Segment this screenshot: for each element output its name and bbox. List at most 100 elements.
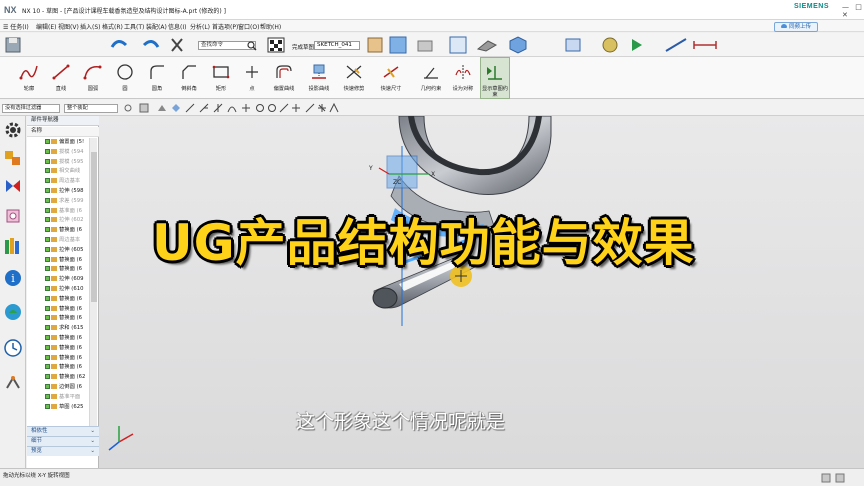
snap-filter-icon[interactable] bbox=[139, 103, 149, 113]
quick-trim-button[interactable]: 快速修剪 bbox=[338, 57, 370, 99]
render-style-icon[interactable] bbox=[476, 40, 498, 52]
visibility-checkbox[interactable] bbox=[45, 403, 50, 409]
ring-body[interactable] bbox=[398, 116, 552, 195]
visibility-checkbox[interactable] bbox=[45, 384, 50, 389]
tree-item[interactable]: 拉伸 (610 bbox=[45, 285, 95, 293]
visibility-checkbox[interactable] bbox=[45, 276, 50, 282]
menu-tasks[interactable]: ☰ 任务(I) bbox=[3, 22, 29, 31]
snap-arc-center-icon[interactable] bbox=[124, 104, 132, 112]
tree-item[interactable]: 求差 (599 bbox=[45, 197, 95, 205]
measure-icon[interactable] bbox=[693, 41, 717, 49]
undo-icon[interactable] bbox=[110, 40, 128, 48]
snap-existing-point-icon[interactable] bbox=[292, 104, 300, 112]
visibility-checkbox[interactable] bbox=[45, 158, 50, 164]
tree-item[interactable]: 求和 (615 bbox=[45, 324, 95, 332]
visibility-checkbox[interactable] bbox=[45, 315, 50, 321]
cube-view-icon[interactable] bbox=[389, 36, 407, 54]
share-upload-button[interactable]: 同频上传 bbox=[774, 22, 818, 32]
tree-item[interactable]: 边倒圆 (6 bbox=[45, 383, 95, 391]
menu-analysis[interactable]: 分析(L) bbox=[190, 22, 210, 31]
status-full-screen-icon[interactable] bbox=[835, 473, 845, 483]
visibility-checkbox[interactable] bbox=[45, 335, 50, 340]
sketch-name-dropdown[interactable]: SKETCH_041 bbox=[314, 41, 360, 50]
name-column-header[interactable]: 名称 bbox=[27, 127, 99, 137]
visibility-checkbox[interactable] bbox=[45, 207, 50, 213]
chamfer-button[interactable]: 倒斜角 bbox=[174, 57, 204, 99]
process-studio-icon[interactable] bbox=[3, 372, 23, 392]
snap-midpoint-icon[interactable] bbox=[199, 103, 209, 113]
navigator-scroll-thumb[interactable] bbox=[91, 152, 97, 302]
visibility-checkbox[interactable] bbox=[45, 246, 50, 252]
visibility-checkbox[interactable] bbox=[45, 197, 50, 203]
point-button[interactable]: 点 bbox=[238, 57, 266, 99]
search-icon[interactable] bbox=[246, 40, 258, 52]
gear-icon[interactable] bbox=[3, 120, 23, 140]
tree-item[interactable]: 替换面 (6 bbox=[45, 354, 95, 362]
fillet-button[interactable]: 圆角 bbox=[142, 57, 172, 99]
snap-diamond-icon[interactable] bbox=[172, 104, 180, 112]
close-button[interactable]: ✕ bbox=[842, 11, 848, 19]
tree-item[interactable]: 周边基本 bbox=[45, 177, 95, 185]
navigator-scrollbar[interactable] bbox=[89, 138, 97, 434]
status-window-icon[interactable] bbox=[821, 473, 831, 483]
project-curve-button[interactable]: 投影曲线 bbox=[302, 57, 336, 99]
tree-item[interactable]: 相交曲线 bbox=[45, 167, 95, 175]
play-icon[interactable] bbox=[632, 39, 642, 51]
snap-curve-icon[interactable] bbox=[227, 106, 237, 113]
visibility-checkbox[interactable] bbox=[45, 354, 50, 360]
snap-perpendicular-icon[interactable] bbox=[329, 102, 339, 113]
geometric-constraints-button[interactable]: 几何约束 bbox=[414, 57, 448, 99]
visibility-checkbox[interactable] bbox=[45, 266, 50, 272]
history-clock-icon[interactable] bbox=[3, 338, 23, 358]
profile-button[interactable]: 轮廓 bbox=[14, 57, 44, 99]
rectangle-button[interactable]: 矩形 bbox=[206, 57, 236, 99]
circle-button[interactable]: 圆 bbox=[110, 57, 140, 99]
arc-button[interactable]: 圆弧 bbox=[78, 57, 108, 99]
view-triad[interactable] bbox=[108, 426, 134, 451]
menu-insert[interactable]: 插入(S) bbox=[80, 22, 101, 31]
info-icon[interactable]: i bbox=[3, 268, 23, 288]
sketch-plane-icon[interactable] bbox=[367, 37, 383, 53]
constraint-settings-icon[interactable] bbox=[602, 37, 618, 53]
section-dependencies[interactable]: 相依性 ⌄ bbox=[27, 426, 99, 436]
sketch-plane-indicator[interactable] bbox=[386, 155, 418, 189]
shaded-cube-icon[interactable] bbox=[509, 36, 527, 54]
visibility-checkbox[interactable] bbox=[45, 217, 50, 223]
snap-intersection-icon[interactable] bbox=[242, 104, 250, 112]
visibility-checkbox[interactable] bbox=[45, 305, 50, 311]
part-navigator-icon[interactable] bbox=[3, 148, 23, 168]
tree-item[interactable]: 替换面 (6 bbox=[45, 305, 95, 313]
tree-item[interactable]: 替换面 (62 bbox=[45, 373, 95, 381]
menu-preferences[interactable]: 首选项(P) bbox=[212, 22, 238, 31]
tree-item[interactable]: 拉伸 (609 bbox=[45, 275, 95, 283]
tube-end-opening[interactable] bbox=[372, 287, 398, 309]
tree-item[interactable]: 偏置面 (5! bbox=[45, 138, 95, 146]
menu-info[interactable]: 信息(I) bbox=[168, 22, 186, 31]
tree-item[interactable]: 替换面 (6 bbox=[45, 334, 95, 342]
menu-edit[interactable]: 编辑(E) bbox=[36, 22, 56, 31]
visibility-checkbox[interactable] bbox=[45, 237, 50, 242]
tree-item[interactable]: 草图 (625 bbox=[45, 403, 95, 411]
finish-sketch-label[interactable]: 完成草图 bbox=[292, 43, 314, 51]
reuse-library-icon[interactable] bbox=[3, 236, 23, 256]
tree-item[interactable]: 基准平面 bbox=[45, 393, 95, 401]
visibility-checkbox[interactable] bbox=[45, 286, 50, 291]
visibility-checkbox[interactable] bbox=[45, 325, 50, 331]
selection-filter-dropdown[interactable]: 没有选择过滤器 bbox=[2, 104, 60, 113]
tree-item[interactable]: 替换面 (6 bbox=[45, 256, 95, 264]
tree-item[interactable]: 替换面 (6 bbox=[45, 344, 95, 352]
visibility-checkbox[interactable] bbox=[45, 139, 50, 144]
menu-window[interactable]: 窗口(O) bbox=[238, 22, 259, 31]
visibility-checkbox[interactable] bbox=[45, 256, 50, 262]
tree-item[interactable]: 拉伸 (605 bbox=[45, 246, 95, 254]
assembly-navigator-icon[interactable] bbox=[3, 176, 23, 196]
line-button[interactable]: 直线 bbox=[46, 57, 76, 99]
section-preview[interactable]: 预览 ⌄ bbox=[27, 446, 99, 456]
snap-on-curve-icon[interactable] bbox=[279, 103, 289, 113]
offset-curve-button[interactable]: 偏置曲线 bbox=[268, 57, 300, 99]
menu-format[interactable]: 格式(R) bbox=[102, 22, 123, 31]
visibility-checkbox[interactable] bbox=[45, 168, 50, 174]
dimension-line-icon[interactable] bbox=[665, 38, 687, 52]
snap-quadrant-icon[interactable] bbox=[268, 104, 276, 112]
visibility-checkbox[interactable] bbox=[45, 188, 50, 193]
